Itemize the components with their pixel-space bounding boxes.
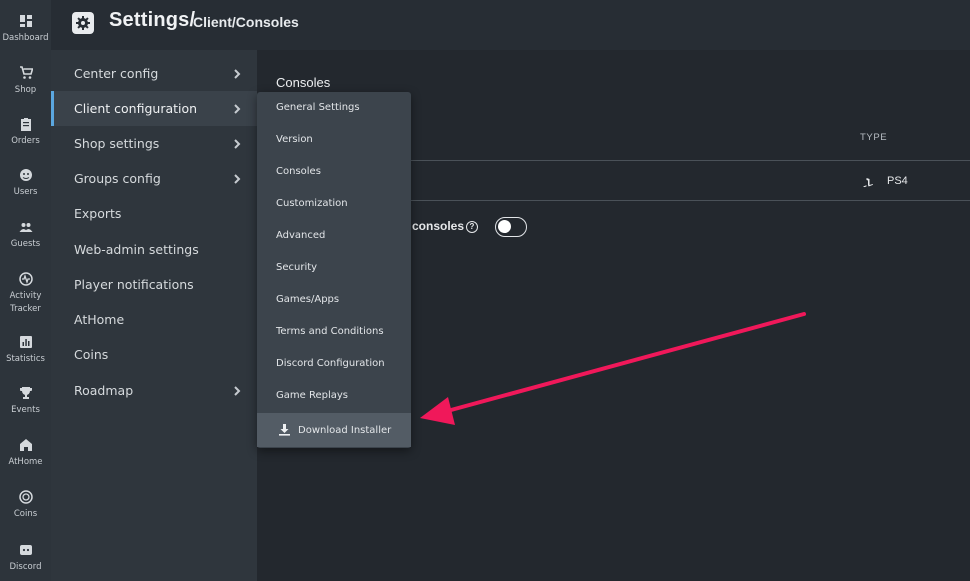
rail-item-discord[interactable]: Discord <box>0 543 51 574</box>
chevron-right-icon <box>231 172 243 184</box>
menu-item-label: Center config <box>74 66 159 81</box>
discord-icon <box>19 545 32 555</box>
menu-item-label: Roadmap <box>74 383 134 398</box>
home-icon <box>19 439 32 451</box>
dropdown-item-discord-configuration[interactable]: Discord Configuration <box>257 349 411 379</box>
activity-icon <box>18 272 33 286</box>
dropdown-item-games-apps[interactable]: Games/Apps <box>257 285 411 315</box>
menu-item-label: Coins <box>74 347 109 362</box>
rail-label: Orders <box>11 136 40 146</box>
cart-icon <box>19 66 33 79</box>
menu-item-label: Web-admin settings <box>74 242 199 257</box>
rail-item-athome[interactable]: AtHome <box>0 438 51 469</box>
menu-item-label: Exports <box>74 206 122 221</box>
gear-icon <box>72 12 94 34</box>
rail-item-events[interactable]: Events <box>0 386 51 417</box>
dropdown-item-label: Security <box>276 262 318 273</box>
consoles-toggle[interactable] <box>495 217 527 237</box>
rail-item-shop[interactable]: Shop <box>0 66 51 97</box>
menu-item-player-notifications[interactable]: Player notifications <box>51 267 257 302</box>
settings-menu: Center config Client configuration Shop … <box>51 50 257 581</box>
menu-item-groups-config[interactable]: Groups config <box>51 161 257 196</box>
dropdown-item-terms-and-conditions[interactable]: Terms and Conditions <box>257 317 411 347</box>
guests-icon <box>19 223 32 232</box>
dropdown-item-label: Customization <box>276 198 348 209</box>
icon-rail: Dashboard Shop Orders Users Guests Activ… <box>0 0 51 581</box>
rail-label: Activity Tracker <box>9 291 42 314</box>
menu-item-roadmap[interactable]: Roadmap <box>51 373 257 408</box>
help-icon[interactable]: ? <box>466 221 478 233</box>
menu-item-label: Player notifications <box>74 277 194 292</box>
rail-label: Discord <box>9 562 42 572</box>
menu-item-exports[interactable]: Exports <box>51 196 257 231</box>
dropdown-item-consoles[interactable]: Consoles <box>257 157 411 187</box>
chevron-right-icon <box>231 384 243 396</box>
rail-label: Coins <box>13 509 38 519</box>
rail-label: Events <box>11 405 40 415</box>
toggle-knob <box>498 220 511 233</box>
client-configuration-dropdown: General Settings Version Consoles Custom… <box>257 92 411 448</box>
dashboard-icon <box>19 15 32 27</box>
dropdown-item-game-replays[interactable]: Game Replays <box>257 381 411 411</box>
rail-item-activity-tracker[interactable]: Activity Tracker <box>0 272 51 316</box>
toggle-label: consoles <box>412 219 465 233</box>
chevron-right-icon <box>231 137 243 149</box>
rail-label: Users <box>13 187 38 197</box>
download-installer-button[interactable]: Download Installer <box>257 413 411 447</box>
dropdown-item-advanced[interactable]: Advanced <box>257 221 411 251</box>
menu-item-center-config[interactable]: Center config <box>51 56 257 91</box>
dropdown-item-label: Advanced <box>276 230 326 241</box>
rail-label: Guests <box>10 239 41 249</box>
rail-item-coins[interactable]: Coins <box>0 490 51 521</box>
rail-label: Statistics <box>6 354 45 364</box>
playstation-icon <box>862 176 874 188</box>
rail-item-users[interactable]: Users <box>0 168 51 199</box>
download-installer-label: Download Installer <box>298 425 392 436</box>
rail-item-orders[interactable]: Orders <box>0 117 51 148</box>
rail-label: Dashboard <box>2 33 49 43</box>
menu-item-client-configuration[interactable]: Client configuration <box>51 91 257 126</box>
trophy-icon <box>19 387 32 399</box>
download-icon <box>278 423 291 436</box>
dropdown-item-security[interactable]: Security <box>257 253 411 283</box>
rail-item-statistics[interactable]: Statistics <box>0 335 51 366</box>
menu-item-label: AtHome <box>74 312 125 327</box>
menu-item-coins[interactable]: Coins <box>51 337 257 372</box>
breadcrumb: Client/Consoles <box>193 14 299 30</box>
dropdown-item-general-settings[interactable]: General Settings <box>257 93 411 123</box>
chevron-right-icon <box>231 102 243 114</box>
rail-item-guests[interactable]: Guests <box>0 220 51 251</box>
section-title: Consoles <box>276 75 331 90</box>
rail-label: Shop <box>14 85 37 95</box>
dropdown-item-label: Game Replays <box>276 390 348 401</box>
dropdown-item-label: General Settings <box>276 102 360 113</box>
rail-item-dashboard[interactable]: Dashboard <box>0 14 51 45</box>
dropdown-item-label: Discord Configuration <box>276 358 385 369</box>
menu-item-shop-settings[interactable]: Shop settings <box>51 126 257 161</box>
menu-item-label: Client configuration <box>74 101 198 116</box>
clipboard-icon <box>20 118 31 131</box>
menu-item-label: Shop settings <box>74 136 160 151</box>
statistics-icon <box>19 336 32 348</box>
menu-item-web-admin-settings[interactable]: Web-admin settings <box>51 232 257 267</box>
page-header: Settings/ Client/Consoles <box>51 0 970 50</box>
page-title: Settings/ <box>109 9 196 31</box>
dropdown-item-label: Version <box>276 134 313 145</box>
console-type-value: PS4 <box>887 175 908 187</box>
dropdown-item-label: Terms and Conditions <box>276 326 384 337</box>
coins-icon <box>18 490 33 504</box>
dropdown-item-customization[interactable]: Customization <box>257 189 411 219</box>
menu-item-athome[interactable]: AtHome <box>51 302 257 337</box>
users-icon <box>19 169 32 181</box>
dropdown-item-version[interactable]: Version <box>257 125 411 155</box>
dropdown-item-label: Consoles <box>276 166 321 177</box>
column-header-type[interactable]: TYPE <box>860 132 887 143</box>
chevron-right-icon <box>231 67 243 79</box>
dropdown-item-label: Games/Apps <box>276 294 340 305</box>
menu-item-label: Groups config <box>74 171 161 186</box>
rail-label: AtHome <box>8 457 43 467</box>
